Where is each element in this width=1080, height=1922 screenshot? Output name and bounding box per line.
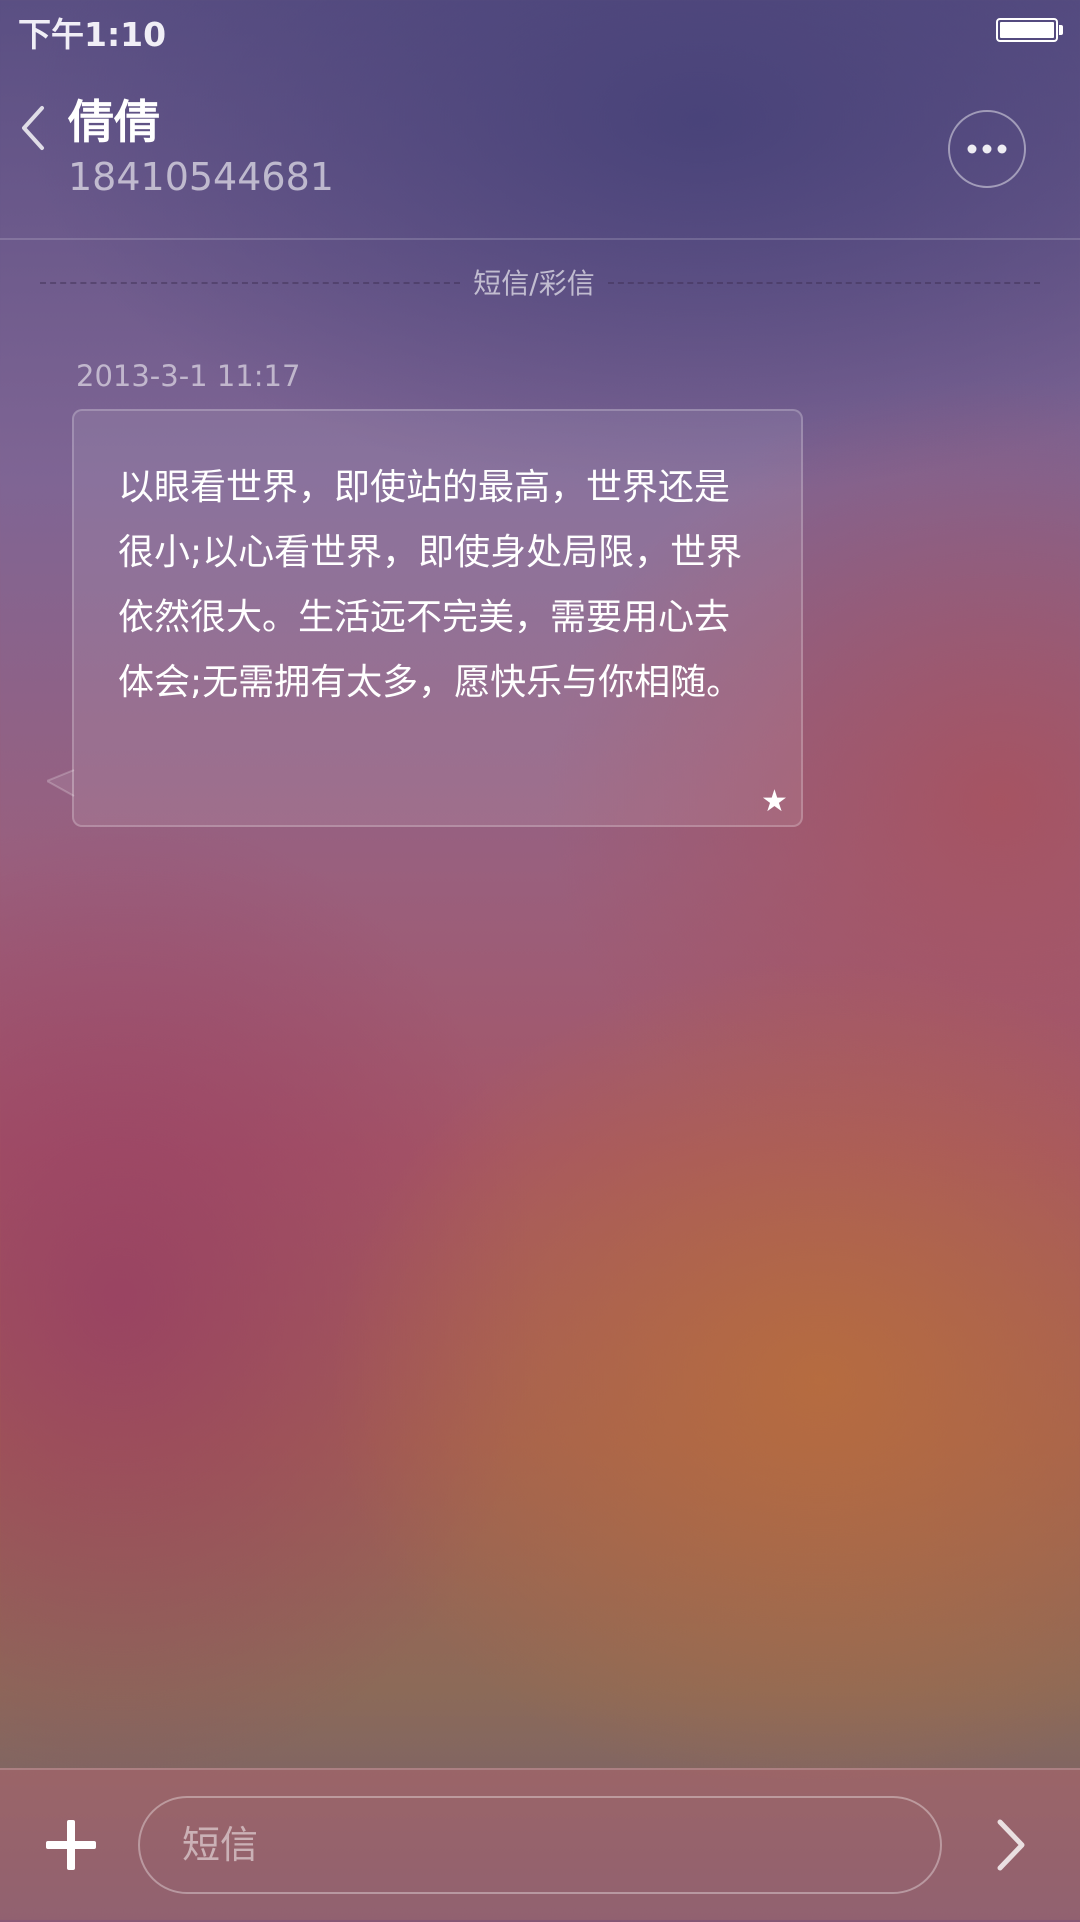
contact-name[interactable]: 倩倩 [68,94,160,150]
back-button[interactable] [10,88,60,158]
send-button[interactable] [986,1812,1034,1878]
add-attachment-button[interactable] [40,1814,102,1876]
chevron-left-icon [22,106,44,150]
chevron-right-icon [997,1819,1025,1871]
divider-line [40,282,460,284]
message-type-divider: 短信/彩信 [40,268,1040,304]
message-type-label: 短信/彩信 [473,267,595,300]
more-options-button[interactable] [948,110,1026,188]
bubble-tail [47,769,75,797]
message-timestamp: 2013-3-1 11:17 [76,359,301,393]
battery-tip [1059,25,1063,35]
contact-number[interactable]: 18410544681 [68,154,334,200]
conversation-header: 倩倩 18410544681 [0,60,1080,240]
battery-icon [996,18,1058,42]
divider-line [608,282,1040,284]
battery-fill [1000,22,1054,38]
compose-bar [0,1768,1080,1922]
message-input[interactable] [138,1796,942,1894]
message-bubble[interactable]: 以眼看世界，即使站的最高，世界还是很小;以心看世界，即使身处局限，世界依然很大。… [72,409,803,827]
status-time: 下午1:10 [18,15,167,54]
star-icon: ★ [761,784,788,819]
more-dots-icon [967,144,1007,154]
status-bar: 下午1:10 [0,0,1080,60]
plus-icon [46,1820,96,1870]
message-text: 以眼看世界，即使站的最高，世界还是很小;以心看世界，即使身处局限，世界依然很大。… [118,467,743,703]
